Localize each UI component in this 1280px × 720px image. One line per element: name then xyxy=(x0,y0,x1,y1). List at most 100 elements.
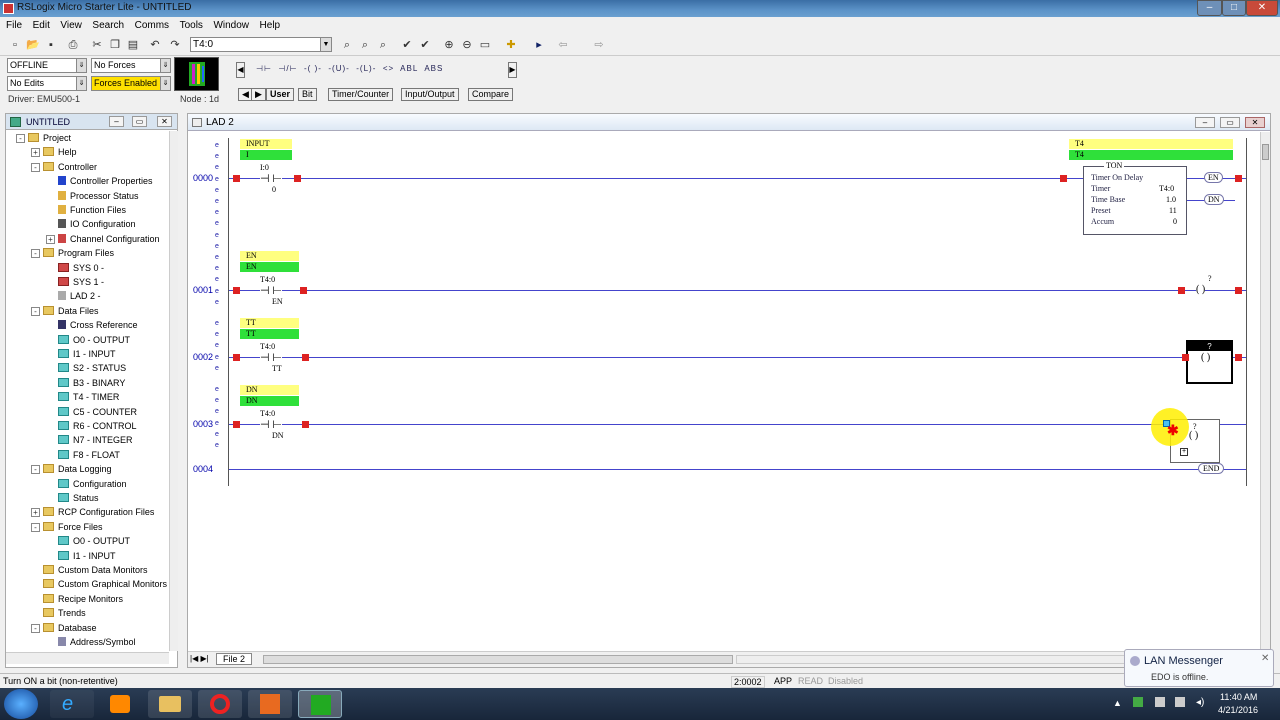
tree-item[interactable]: RCP Configuration Files xyxy=(43,506,154,519)
abs-instruction[interactable]: ABS xyxy=(424,64,443,73)
find-icon[interactable]: ⌕ xyxy=(340,38,354,52)
palette-scroll-right[interactable]: ▶ xyxy=(508,62,517,78)
collapse-icon[interactable]: - xyxy=(31,623,40,633)
otu-instruction[interactable]: -(U)- xyxy=(328,64,349,73)
ladder-horizontal-scrollbar[interactable] xyxy=(263,655,733,664)
clock-time[interactable]: 11:40 AM xyxy=(1220,692,1257,702)
tree-item[interactable]: Data Files xyxy=(43,305,99,318)
otl-instruction[interactable]: -(L)- xyxy=(356,64,376,73)
mode-dropdown-icon[interactable]: ⇓ xyxy=(76,59,86,72)
tree-item[interactable]: SYS 0 - xyxy=(58,262,104,275)
branch-instruction[interactable]: <> xyxy=(383,64,394,73)
forward-arrow-icon[interactable]: ⇨ xyxy=(592,38,606,52)
verify-project-icon[interactable]: ✔ xyxy=(418,38,432,52)
abl-instruction[interactable]: ABL xyxy=(400,64,418,73)
maximize-button[interactable]: □ xyxy=(1222,0,1246,16)
xic-contact[interactable]: ⊣ ⊢ xyxy=(260,418,282,431)
address-combobox[interactable]: T4:0 ▼ xyxy=(190,37,332,52)
notification-close-icon[interactable]: ✕ xyxy=(1261,653,1269,664)
fit-window-icon[interactable]: ▭ xyxy=(478,38,492,52)
lan-messenger-popup[interactable]: LAN Messenger ✕ EDO is offline. xyxy=(1124,649,1274,687)
tree-item[interactable]: F8 - FLOAT xyxy=(58,449,120,462)
tree-item[interactable]: I1 - INPUT xyxy=(58,550,116,563)
ladder-close-button[interactable]: ✕ xyxy=(1245,117,1265,128)
tray-monitor-icon[interactable] xyxy=(1175,697,1185,707)
tree-item[interactable]: Configuration xyxy=(58,478,127,491)
tree-item[interactable]: Help xyxy=(43,146,77,159)
tree-item[interactable]: IO Configuration xyxy=(58,218,136,231)
tree-item[interactable]: LAD 2 - xyxy=(58,290,101,303)
forces-dropdown-icon[interactable]: ⇓ xyxy=(160,59,170,72)
tree-item[interactable]: S2 - STATUS xyxy=(58,362,126,375)
explorer-taskbar-icon[interactable] xyxy=(148,690,192,718)
ote-instruction[interactable]: -( )- xyxy=(304,64,322,73)
tree-item[interactable]: O0 - OUTPUT xyxy=(58,535,130,548)
tree-item[interactable]: T4 - TIMER xyxy=(58,391,119,404)
tray-display-icon[interactable] xyxy=(1155,697,1165,707)
processor-status-icon[interactable] xyxy=(174,57,219,91)
collapse-icon[interactable]: - xyxy=(31,522,40,532)
menu-search[interactable]: Search xyxy=(86,17,124,31)
rung-number[interactable]: 0004 xyxy=(193,464,213,474)
tree-item[interactable]: Processor Status xyxy=(58,190,139,203)
xic-contact[interactable]: ⊣ ⊢ xyxy=(260,284,282,297)
tree-item[interactable]: Channel Configuration xyxy=(58,233,160,246)
new-file-icon[interactable]: ▫ xyxy=(8,38,22,52)
tree-item[interactable]: B3 - BINARY xyxy=(58,377,125,390)
tab-compare[interactable]: Compare xyxy=(468,88,514,101)
add-icon[interactable]: ✚ xyxy=(504,38,518,52)
close-button[interactable]: ✕ xyxy=(1246,0,1278,16)
rung-number[interactable]: 0003 xyxy=(193,419,213,429)
palette-scroll-left[interactable]: ◀ xyxy=(236,62,245,78)
tab-timer-counter[interactable]: Timer/Counter xyxy=(328,88,394,101)
edits-dropdown-icon[interactable]: ⇓ xyxy=(76,77,86,90)
tree-vertical-scrollbar[interactable] xyxy=(169,131,178,651)
ladder-restore-button[interactable]: ▭ xyxy=(1220,117,1240,128)
mode-select[interactable]: OFFLINE ⇓ xyxy=(7,58,87,73)
menu-edit[interactable]: Edit xyxy=(27,17,50,31)
forces-enabled-dropdown-icon[interactable]: ⇓ xyxy=(160,77,170,90)
tree-item[interactable]: Function Files xyxy=(58,204,126,217)
rslogix-taskbar-icon[interactable] xyxy=(298,690,342,718)
cut-icon[interactable]: ✂ xyxy=(90,38,104,52)
xio-instruction[interactable]: ⊣/⊢ xyxy=(278,64,297,73)
redo-icon[interactable]: ↷ xyxy=(168,38,182,52)
menu-view[interactable]: View xyxy=(54,17,82,31)
tree-item[interactable]: Address/Symbol xyxy=(58,636,136,649)
tab-scroll-right[interactable]: ▶ xyxy=(251,88,266,101)
panel-restore-button[interactable]: ▭ xyxy=(132,116,147,127)
file-tab-nav[interactable]: |◀ ▶| xyxy=(190,654,209,663)
tree-item[interactable]: Custom Graphical Monitors xyxy=(43,578,167,591)
tree-item[interactable]: I1 - INPUT xyxy=(58,348,116,361)
ton-timer-block[interactable]: TON Timer On Delay Timer T4:0 Time Base … xyxy=(1083,161,1187,235)
tree-item[interactable]: Program Files xyxy=(43,247,114,260)
rung-number[interactable]: 0002 xyxy=(193,352,213,362)
collapse-icon[interactable]: - xyxy=(31,162,40,172)
menu-comms[interactable]: Comms xyxy=(129,17,169,31)
collapse-icon[interactable]: - xyxy=(31,306,40,316)
tree-item[interactable]: C5 - COUNTER xyxy=(58,406,137,419)
clock-date[interactable]: 4/21/2016 xyxy=(1218,705,1258,715)
ie-taskbar-icon[interactable]: e xyxy=(50,690,94,718)
expand-icon[interactable]: + xyxy=(31,508,40,518)
edits-select[interactable]: No Edits ⇓ xyxy=(7,76,87,91)
tree-item[interactable]: N7 - INTEGER xyxy=(58,434,133,447)
tree-item[interactable]: Cross Reference xyxy=(58,319,138,332)
xic-contact[interactable]: ⊣ ⊢ xyxy=(260,172,282,185)
back-arrow-icon[interactable]: ⇦ xyxy=(556,38,570,52)
rung-number[interactable]: 0001 xyxy=(193,285,213,295)
forces-enabled-select[interactable]: Forces Enabled ⇓ xyxy=(91,76,171,91)
tree-item[interactable]: Data Logging xyxy=(43,463,112,476)
tree-item[interactable]: Custom Data Monitors xyxy=(43,564,148,577)
scroll-thumb[interactable] xyxy=(1262,144,1269,160)
media-player-taskbar-icon[interactable] xyxy=(98,690,142,718)
print-icon[interactable]: ⎙ xyxy=(66,38,80,52)
tree-item[interactable]: Status xyxy=(58,492,99,505)
tree-item[interactable]: Trends xyxy=(43,607,86,620)
tree-item[interactable]: R6 - CONTROL xyxy=(58,420,137,433)
verify-file-icon[interactable]: ✔ xyxy=(400,38,414,52)
run-icon[interactable]: ▸ xyxy=(532,38,546,52)
rung-number[interactable]: 0000 xyxy=(193,173,213,183)
ladder-minimize-button[interactable]: – xyxy=(1195,117,1215,128)
open-folder-icon[interactable]: 📂 xyxy=(26,38,40,52)
